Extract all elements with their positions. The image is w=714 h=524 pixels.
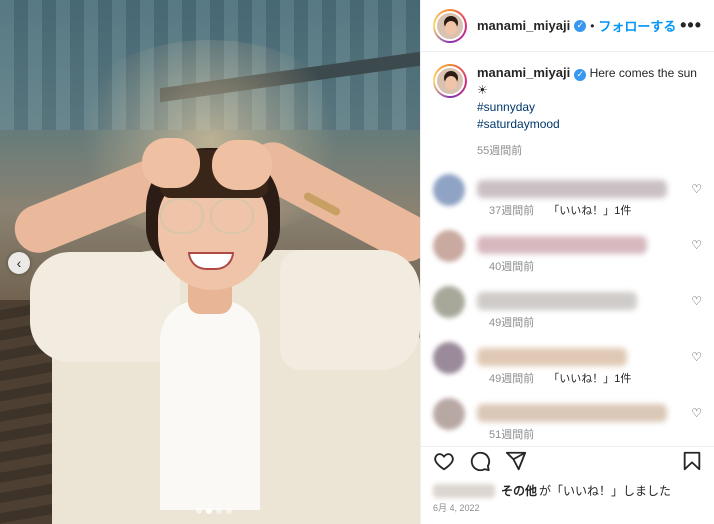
- shirt: [160, 300, 260, 510]
- right-hand: [212, 140, 272, 190]
- comment-avatar-blurred[interactable]: [433, 342, 465, 374]
- comment-like-count[interactable]: 「いいね！」1件: [548, 373, 631, 385]
- left-sleeve: [30, 252, 180, 362]
- comment-meta: 51週間前: [489, 426, 548, 442]
- more-options-icon[interactable]: •••: [680, 15, 702, 36]
- post-photo[interactable]: ‹: [0, 0, 420, 524]
- hashtag-link[interactable]: #saturdaymood: [477, 116, 702, 133]
- comment-timestamp: 49週間前: [489, 373, 535, 385]
- bookmark-icon: [683, 451, 701, 471]
- avatar-image: [435, 10, 465, 41]
- comment-timestamp: 49週間前: [489, 317, 535, 329]
- carousel-dot-active: [206, 508, 212, 514]
- comment-avatar-blurred[interactable]: [433, 230, 465, 262]
- comment-like-heart-icon[interactable]: ♡: [691, 294, 702, 308]
- verified-badge-icon: ✓: [574, 19, 587, 32]
- comment-text-blurred: [477, 236, 647, 254]
- previous-photo-button[interactable]: ‹: [8, 252, 30, 274]
- caption-body: manami_miyaji ✓ Here comes the sun ☀ #sun…: [477, 64, 702, 160]
- caption-timestamp: 55週間前: [477, 145, 523, 157]
- liked-by-summary: その他 が「いいね！」しました: [433, 482, 671, 499]
- comment-timestamp: 37週間前: [489, 205, 535, 217]
- save-button[interactable]: [681, 450, 703, 477]
- comment-timestamp: 40週間前: [489, 261, 535, 273]
- liked-by-user-blurred[interactable]: [433, 483, 495, 498]
- post-caption: manami_miyaji ✓ Here comes the sun ☀ #sun…: [421, 52, 714, 160]
- avatar[interactable]: [433, 8, 467, 43]
- follow-button[interactable]: フォローする: [598, 16, 676, 35]
- comment-button[interactable]: [469, 450, 491, 477]
- avatar[interactable]: [433, 64, 467, 98]
- comment-text-blurred: [477, 292, 637, 310]
- caption-username[interactable]: manami_miyaji: [477, 65, 570, 80]
- comment-timestamp: 51週間前: [489, 429, 535, 441]
- like-button[interactable]: [433, 450, 455, 477]
- comment-text-blurred: [477, 404, 667, 422]
- carousel-dot: [216, 508, 222, 514]
- carousel-dots: [196, 508, 232, 514]
- action-bar: [421, 446, 714, 480]
- comment-list: 37週間前 「いいね！」1件 ♡ 40週間前 ♡ 49週間前 ♡ 49週間前 「いいね！」1件 ♡…: [421, 174, 714, 454]
- comment-meta: 49週間前 「いいね！」1件: [489, 370, 631, 386]
- verified-badge-icon: ✓: [574, 68, 587, 81]
- comment-like-heart-icon[interactable]: ♡: [691, 350, 702, 364]
- comment-avatar-blurred[interactable]: [433, 174, 465, 206]
- comment-row: 37週間前 「いいね！」1件 ♡: [433, 174, 702, 230]
- comment-avatar-blurred[interactable]: [433, 398, 465, 430]
- carousel-dot: [226, 508, 232, 514]
- comment-like-heart-icon[interactable]: ♡: [691, 238, 702, 252]
- separator-dot: •: [590, 18, 595, 33]
- avatar-image: [435, 66, 465, 96]
- comment-meta: 40週間前: [489, 258, 548, 274]
- comment-avatar-blurred[interactable]: [433, 286, 465, 318]
- comment-like-heart-icon[interactable]: ♡: [691, 182, 702, 196]
- share-button[interactable]: [505, 450, 527, 477]
- comment-like-heart-icon[interactable]: ♡: [691, 406, 702, 420]
- heart-icon: [434, 453, 454, 471]
- comment-meta: 49週間前: [489, 314, 548, 330]
- share-icon: [505, 451, 527, 471]
- comment-row: 49週間前 ♡: [433, 286, 702, 342]
- comment-like-count[interactable]: 「いいね！」1件: [548, 205, 631, 217]
- liked-by-others-link[interactable]: その他: [501, 482, 537, 499]
- hashtag-link[interactable]: #sunnyday: [477, 99, 702, 116]
- post-side-panel: manami_miyaji ✓ • フォローする ••• manami_miya…: [420, 0, 714, 524]
- comment-meta: 37週間前 「いいね！」1件: [489, 202, 631, 218]
- comment-icon: [470, 451, 491, 472]
- left-hand: [142, 138, 200, 188]
- username-link[interactable]: manami_miyaji: [477, 18, 570, 33]
- right-sleeve: [280, 250, 420, 370]
- comment-row: 49週間前 「いいね！」1件 ♡: [433, 342, 702, 398]
- comment-text-blurred: [477, 180, 667, 198]
- glasses-left-lens: [160, 198, 204, 234]
- glasses-right-lens: [210, 198, 254, 234]
- comment-text-blurred: [477, 348, 627, 366]
- post-header: manami_miyaji ✓ • フォローする •••: [421, 0, 714, 52]
- post-date: 6月 4, 2022: [433, 503, 480, 513]
- chevron-left-icon: ‹: [16, 255, 22, 271]
- carousel-dot: [196, 508, 202, 514]
- liked-by-suffix: が「いいね！」しました: [539, 484, 672, 498]
- comment-row: 40週間前 ♡: [433, 230, 702, 286]
